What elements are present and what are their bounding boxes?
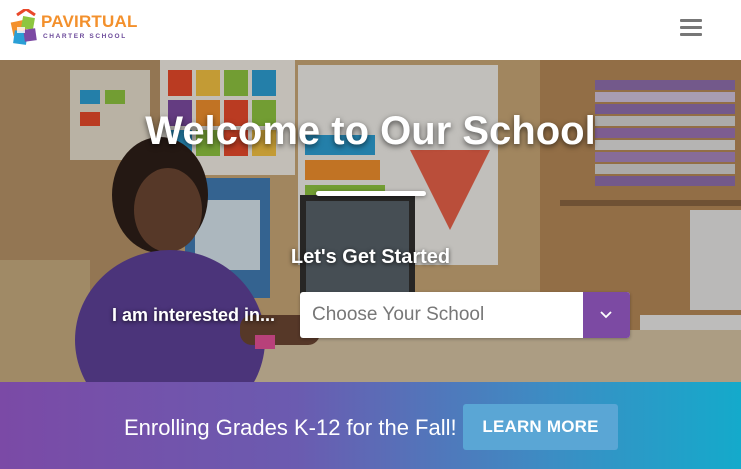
hero-subtitle: Let's Get Started <box>290 246 451 268</box>
interest-label: I am interested in... <box>112 305 276 325</box>
school-select[interactable]: Choose Your School <box>300 292 630 338</box>
learn-more-button[interactable]: LEARN MORE <box>463 404 618 450</box>
banner-text: Enrolling Grades K-12 for the Fall! <box>124 415 457 440</box>
hero-title: Welcome to Our School <box>145 109 596 153</box>
logo-name: PAVIRTUAL <box>41 12 138 31</box>
hamburger-menu-icon[interactable] <box>680 19 702 39</box>
chevron-down-icon <box>600 311 612 319</box>
school-select-value: Choose Your School <box>312 304 485 325</box>
school-select-toggle[interactable] <box>583 292 630 338</box>
logo-mark-icon <box>10 9 37 45</box>
hero-section: Welcome to Our School Let's Get Started … <box>0 60 741 382</box>
site-header: PAVIRTUAL CHARTER SCHOOL <box>0 0 741 60</box>
hero-divider <box>316 191 426 196</box>
enrollment-banner: Enrolling Grades K-12 for the Fall! LEAR… <box>0 382 741 469</box>
logo-subtitle: CHARTER SCHOOL <box>43 33 127 40</box>
school-logo[interactable]: PAVIRTUAL CHARTER SCHOOL <box>8 7 148 51</box>
